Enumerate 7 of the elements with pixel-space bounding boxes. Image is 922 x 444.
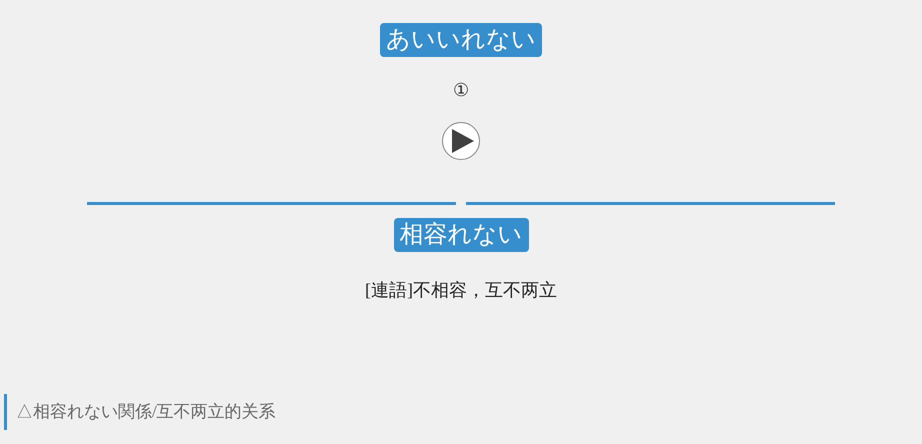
sense-number: ① — [453, 79, 469, 101]
example-sentence: △相容れない関係/互不两立的关系 — [4, 394, 922, 430]
play-icon — [452, 129, 474, 153]
play-button[interactable] — [442, 122, 480, 160]
headword-label: 相容れない — [394, 218, 528, 252]
reading-label: あいいれない — [380, 23, 542, 57]
definition-text: [連語]不相容，互不两立 — [365, 279, 557, 302]
